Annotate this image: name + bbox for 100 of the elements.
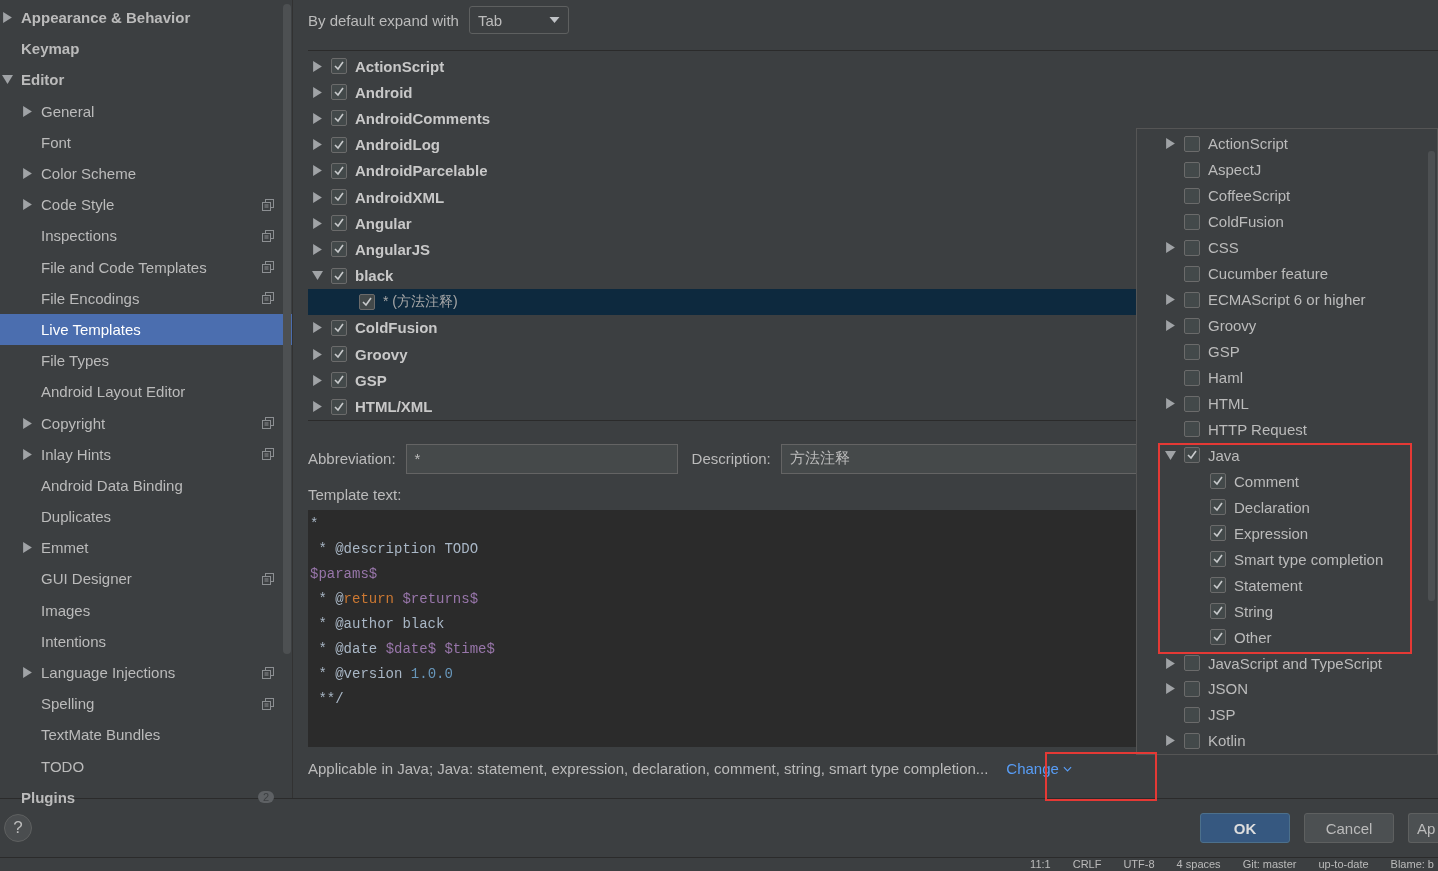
sidebar-item[interactable]: TODO xyxy=(0,750,292,782)
sidebar-item[interactable]: Emmet xyxy=(0,532,292,564)
expand-arrow-icon[interactable] xyxy=(312,139,323,151)
expand-arrow-icon[interactable] xyxy=(1165,657,1176,669)
sidebar-item[interactable]: File Types xyxy=(0,345,292,377)
checkbox[interactable] xyxy=(331,267,347,284)
expand-arrow-icon[interactable] xyxy=(312,374,323,386)
context-item[interactable]: AspectJ xyxy=(1137,160,1268,180)
context-item[interactable]: Smart type completion xyxy=(1137,549,1390,570)
expand-arrow-icon[interactable] xyxy=(22,168,33,180)
checkbox[interactable] xyxy=(1184,135,1200,152)
context-item[interactable]: JSP xyxy=(1137,705,1242,725)
context-item[interactable]: Expression xyxy=(1137,523,1315,544)
expand-arrow-icon[interactable] xyxy=(2,74,13,86)
scrollbar[interactable] xyxy=(283,4,291,654)
sidebar-item[interactable]: Code Style xyxy=(0,189,292,221)
checkbox[interactable] xyxy=(1184,239,1200,256)
checkbox[interactable] xyxy=(331,110,347,127)
status-item[interactable]: Git: master xyxy=(1242,858,1297,871)
expand-arrow-icon[interactable] xyxy=(1165,320,1176,332)
context-item[interactable]: CSS xyxy=(1137,237,1245,258)
expand-arrow-icon[interactable] xyxy=(1165,138,1176,150)
context-item[interactable]: Other xyxy=(1137,627,1278,647)
expand-arrow-icon[interactable] xyxy=(312,60,323,72)
checkbox[interactable] xyxy=(331,215,347,232)
sidebar-item[interactable]: Android Layout Editor xyxy=(0,376,292,408)
sidebar-item[interactable]: Intentions xyxy=(0,625,292,657)
tree-row[interactable]: Android xyxy=(308,79,1438,106)
expand-arrow-icon[interactable] xyxy=(312,243,323,255)
checkbox[interactable] xyxy=(1184,395,1200,412)
context-item[interactable]: ActionScript xyxy=(1137,134,1295,154)
context-item[interactable]: Comment xyxy=(1137,471,1306,492)
sidebar-item[interactable]: Live Templates xyxy=(0,313,292,346)
checkbox[interactable] xyxy=(1184,291,1200,308)
status-item[interactable]: Blame: b xyxy=(1390,858,1434,871)
checkbox[interactable] xyxy=(1184,343,1200,360)
expand-arrow-icon[interactable] xyxy=(1165,683,1176,695)
checkbox[interactable] xyxy=(331,372,347,389)
checkbox[interactable] xyxy=(359,293,375,310)
context-item[interactable]: String xyxy=(1137,601,1280,621)
dialog-button[interactable]: OK xyxy=(1200,813,1290,843)
sidebar-item[interactable]: Images xyxy=(0,594,292,626)
checkbox[interactable] xyxy=(1210,551,1226,568)
checkbox[interactable] xyxy=(1184,655,1200,672)
expand-arrow-icon[interactable] xyxy=(2,12,13,24)
dialog-button[interactable]: Ap xyxy=(1408,813,1438,843)
expand-arrow-icon[interactable] xyxy=(1165,735,1176,747)
expand-arrow-icon[interactable] xyxy=(22,667,33,679)
checkbox[interactable] xyxy=(1210,525,1226,542)
checkbox[interactable] xyxy=(331,84,347,101)
sidebar-item[interactable]: Language Injections xyxy=(0,656,292,689)
sidebar-item[interactable]: Spelling xyxy=(0,688,292,720)
expand-arrow-icon[interactable] xyxy=(312,191,323,203)
checkbox[interactable] xyxy=(1184,369,1200,386)
checkbox[interactable] xyxy=(1184,421,1200,438)
expand-arrow-icon[interactable] xyxy=(1165,294,1176,306)
sidebar-item[interactable]: Font xyxy=(0,126,292,158)
checkbox[interactable] xyxy=(1184,161,1200,178)
expand-arrow-icon[interactable] xyxy=(1165,242,1176,254)
expand-arrow-icon[interactable] xyxy=(22,448,33,460)
context-item[interactable]: GSP xyxy=(1137,341,1246,362)
context-item[interactable]: JavaScript and TypeScript xyxy=(1137,653,1388,673)
checkbox[interactable] xyxy=(331,136,347,153)
sidebar-item[interactable]: General xyxy=(0,95,292,127)
checkbox[interactable] xyxy=(1210,629,1226,646)
sidebar-item[interactable]: File Encodings xyxy=(0,282,292,314)
checkbox[interactable] xyxy=(1184,732,1200,749)
checkbox[interactable] xyxy=(1184,265,1200,282)
tree-row[interactable]: ActionScript xyxy=(308,53,1438,80)
checkbox[interactable] xyxy=(1184,447,1200,464)
checkbox[interactable] xyxy=(331,319,347,336)
sidebar-item[interactable]: Color Scheme xyxy=(0,157,292,190)
sidebar-item[interactable]: Editor xyxy=(0,64,292,96)
status-item[interactable]: up-to-date xyxy=(1318,858,1369,871)
expand-arrow-icon[interactable] xyxy=(1165,398,1176,409)
sidebar-item[interactable]: Inlay Hints xyxy=(0,438,292,470)
expand-arrow-icon[interactable] xyxy=(312,322,323,334)
context-item[interactable]: CoffeeScript xyxy=(1137,186,1297,206)
checkbox[interactable] xyxy=(331,346,347,363)
expand-arrow-icon[interactable] xyxy=(312,86,323,98)
checkbox[interactable] xyxy=(1210,577,1226,594)
checkbox[interactable] xyxy=(331,189,347,206)
status-item[interactable]: UTF-8 xyxy=(1123,858,1155,871)
tree-row[interactable]: AndroidComments xyxy=(308,105,1438,132)
context-item[interactable]: HTML xyxy=(1137,393,1255,414)
sidebar-item[interactable]: Appearance & Behavior xyxy=(0,2,292,34)
sidebar-item[interactable]: TextMate Bundles xyxy=(0,719,292,751)
expand-arrow-icon[interactable] xyxy=(22,199,33,211)
checkbox[interactable] xyxy=(331,241,347,258)
sidebar-item[interactable]: GUI Designer xyxy=(0,563,292,595)
expand-arrow-icon[interactable] xyxy=(1165,449,1176,461)
expand-key-dropdown[interactable]: Tab xyxy=(468,6,569,34)
expand-arrow-icon[interactable] xyxy=(22,105,33,117)
abbreviation-field[interactable]: * xyxy=(405,443,678,474)
sidebar-item[interactable]: Duplicates xyxy=(0,501,292,533)
context-item[interactable]: JSON xyxy=(1137,679,1254,699)
checkbox[interactable] xyxy=(1184,681,1200,697)
status-item[interactable]: 11:1 xyxy=(1030,858,1051,871)
sidebar-item[interactable]: Keymap xyxy=(0,33,292,65)
checkbox[interactable] xyxy=(1184,187,1200,204)
